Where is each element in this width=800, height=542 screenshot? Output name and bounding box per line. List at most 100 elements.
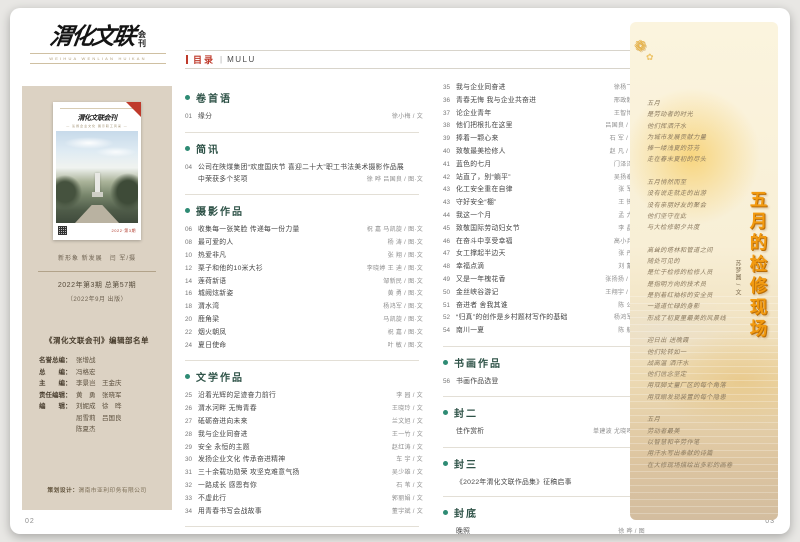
toc-item: 45致敬国际劳动妇女节李 晶 / 文 <box>443 223 645 236</box>
toc-item-credit: 车 宇 / 文 <box>392 455 423 467</box>
editorial-staff-list: 名誉总编：张增战总 编：冯格宏主 编：李景岂 王金庆责任编辑：黄 勇 张晓军编 … <box>39 355 172 436</box>
toc-item-title: 中荣获多个奖项 <box>198 174 363 186</box>
toc-item: 35我与企业同奋进徐杨飞 / 文 <box>443 82 645 95</box>
toc-item-credit: 叶 敏 / 图·文 <box>384 341 423 353</box>
toc-item-title: 缘分 <box>198 111 388 123</box>
section-header: 书画作品 <box>443 355 645 370</box>
toc-item: 27砥砺奋进向未来兰文旭 / 文 <box>185 416 423 429</box>
toc-item-credit: 李 园 / 文 <box>392 391 423 403</box>
toc-item: 16城阙炫新姿黄 勇 / 图·文 <box>185 288 423 301</box>
toc-item-number: 48 <box>443 261 456 273</box>
staff-role-label <box>39 424 76 436</box>
toc-item-title: 我与企业同奋进 <box>198 429 388 441</box>
section-bullet-icon <box>443 510 448 515</box>
toc-item-number: 01 <box>185 111 198 123</box>
toc-item-title: 青春无悔 我与企业共奋进 <box>456 95 610 107</box>
toc-item-number: 08 <box>185 237 198 249</box>
poem-line: 捧一缕浅夏的芬芳 <box>647 143 733 154</box>
toc-item-title: 城阙炫新姿 <box>198 288 384 300</box>
toc-item-number: 42 <box>443 172 456 184</box>
design-credit-label: 策划设计： <box>47 488 78 494</box>
toc-item-credit: 徐 晔 吕国良 / 图·文 <box>363 175 423 187</box>
toc-item-number: 27 <box>185 416 198 428</box>
editorial-staff-title: 《渭化文联会刊》编辑部名单 <box>22 335 172 346</box>
toc-item: 佳作赏析单建波 尤晓鸣 / 图 <box>443 426 645 439</box>
toc-item-title: 渭水河畔 无悔青春 <box>198 403 388 415</box>
toc-item-credit: 杨 涛 / 图·文 <box>384 238 423 250</box>
toc-item: 34用青春书写会战故事董宇斌 / 文 <box>185 506 423 519</box>
poem-line: 是劳动者的时光 <box>647 109 733 120</box>
poem-line: 战高温 洒汗水 <box>647 358 733 369</box>
toc-item-title: 砥砺奋进向未来 <box>198 416 388 428</box>
toc-item-title: 我这一个月 <box>456 210 614 222</box>
toc-item-credit: 马凯旋 / 图·文 <box>379 315 423 327</box>
toc-item: 43守好安全“棚”王 锋 / 文 <box>443 197 645 210</box>
toc-item-number: 38 <box>443 120 456 132</box>
toc-item: 24夏日使命叶 敏 / 图·文 <box>185 340 423 353</box>
toc-item: 04公司在陕煤集团“欢度国庆节 喜迎二十大”职工书法美术摄影作品展 <box>185 162 423 174</box>
toc-title-chinese: 目录 <box>193 53 215 66</box>
section-bullet-icon <box>185 208 190 213</box>
toc-item-title: 夏日使命 <box>198 340 384 352</box>
toc-item: 《2022年渭化文联作品集》征稿启事 <box>443 477 645 489</box>
logo-sub-char2: 刊 <box>138 39 146 48</box>
section-divider <box>185 526 419 527</box>
sidebar-panel: 渭化文联会刊 — 弘扬企业文化 展示职工风采 — 2022·第3期 新形象 新发… <box>22 86 172 510</box>
poem-line: 没有说走就走的出游 <box>647 188 733 199</box>
toc-item: 28我与企业同奋进王一竹 / 文 <box>185 429 423 442</box>
poem-line: 用双脚丈量厂区的每个角落 <box>647 380 733 391</box>
toc-item-title: 渭水湾 <box>198 301 379 313</box>
toc-item-title: “归真”的创作是乡村题材写作的基础 <box>456 312 610 324</box>
toc-item-title: 收集每一张笑脸 传递每一份力量 <box>198 224 363 236</box>
toc-item-credit: 兰文旭 / 文 <box>388 417 423 429</box>
monument-shape <box>95 173 100 193</box>
toc-header: 目录 | MULU <box>185 50 645 69</box>
toc-item: 18渭水湾杨鸿军 / 图·文 <box>185 301 423 314</box>
section-header: 封三 <box>443 456 645 471</box>
toc-item-number: 20 <box>185 314 198 326</box>
cover-corner-triangle <box>126 102 141 117</box>
toc-item-credit: 赵红涛 / 文 <box>388 443 423 455</box>
toc-item-continuation: 中荣获多个奖项徐 晔 吕国良 / 图·文 <box>185 174 423 187</box>
toc-item-credit: 祝 嘉 / 图·文 <box>384 328 423 340</box>
toc-item-number: 26 <box>185 403 198 415</box>
toc-item-number: 28 <box>185 429 198 441</box>
toc-item-title: 鹿角梁 <box>198 314 379 326</box>
toc-item: 08最可爱的人杨 涛 / 图·文 <box>185 237 423 250</box>
section-divider <box>443 396 641 397</box>
toc-item: 49又是一年槐花香张扬扬 / 文·图 <box>443 274 645 287</box>
toc-item-credit: 王晓玲 / 文 <box>388 404 423 416</box>
staff-role-label <box>39 413 76 425</box>
toc-title-separator: | <box>220 55 222 64</box>
toc-item-number: 14 <box>185 276 198 288</box>
staff-row: 责任编辑：黄 勇 张晓军 <box>39 390 172 402</box>
poem-line: 他们坚守在此 <box>647 211 733 222</box>
toc-item: 20鹿角梁马凯旋 / 图·文 <box>185 314 423 327</box>
toc-item-title: 论企业青年 <box>456 108 610 120</box>
section-header: 卷首语 <box>185 90 423 105</box>
toc-item: 56书画作品选登 <box>443 376 645 388</box>
poem-line: 为城市发展贡献力量 <box>647 132 733 143</box>
toc-item-number: 43 <box>443 197 456 209</box>
staff-row: 屈雪莉 吕国良 <box>39 413 172 425</box>
staff-row: 总 编：冯格宏 <box>39 367 172 379</box>
toc-item-credit: 石 苇 / 文 <box>392 481 423 493</box>
toc-item: 26渭水河畔 无悔青春王晓玲 / 文 <box>185 403 423 416</box>
toc-item: 12栗子和他的10米大衫李晓婷 王 迪 / 图·文 <box>185 263 423 276</box>
toc-item: 52“归真”的创作是乡村题材写作的基础杨鸿军 / 文 <box>443 312 645 325</box>
toc-item-title: 南川一夏 <box>456 325 614 337</box>
magazine-spread: 渭化文联 会 刊 WEIHUA WENLIAN HUIKAN 渭化文联会刊 — … <box>0 0 800 542</box>
toc-item-number: 25 <box>185 390 198 402</box>
poem-line: 他们轮转如一 <box>647 347 733 358</box>
section-bullet-icon <box>185 146 190 151</box>
cover-photo <box>56 131 138 223</box>
toc-item-number: 06 <box>185 224 198 236</box>
toc-title-pinyin: MULU <box>227 55 256 64</box>
section-title: 卷首语 <box>196 90 232 105</box>
toc-item-number: 30 <box>185 454 198 466</box>
toc-item-number: 40 <box>443 146 456 158</box>
staff-role-label: 主 编： <box>39 378 76 390</box>
logo-subtitle: 会 刊 <box>138 30 146 48</box>
poem-stanza-gap <box>647 403 733 414</box>
toc-item: 30发扬企业文化 传承奋进精神车 宇 / 文 <box>185 454 423 467</box>
